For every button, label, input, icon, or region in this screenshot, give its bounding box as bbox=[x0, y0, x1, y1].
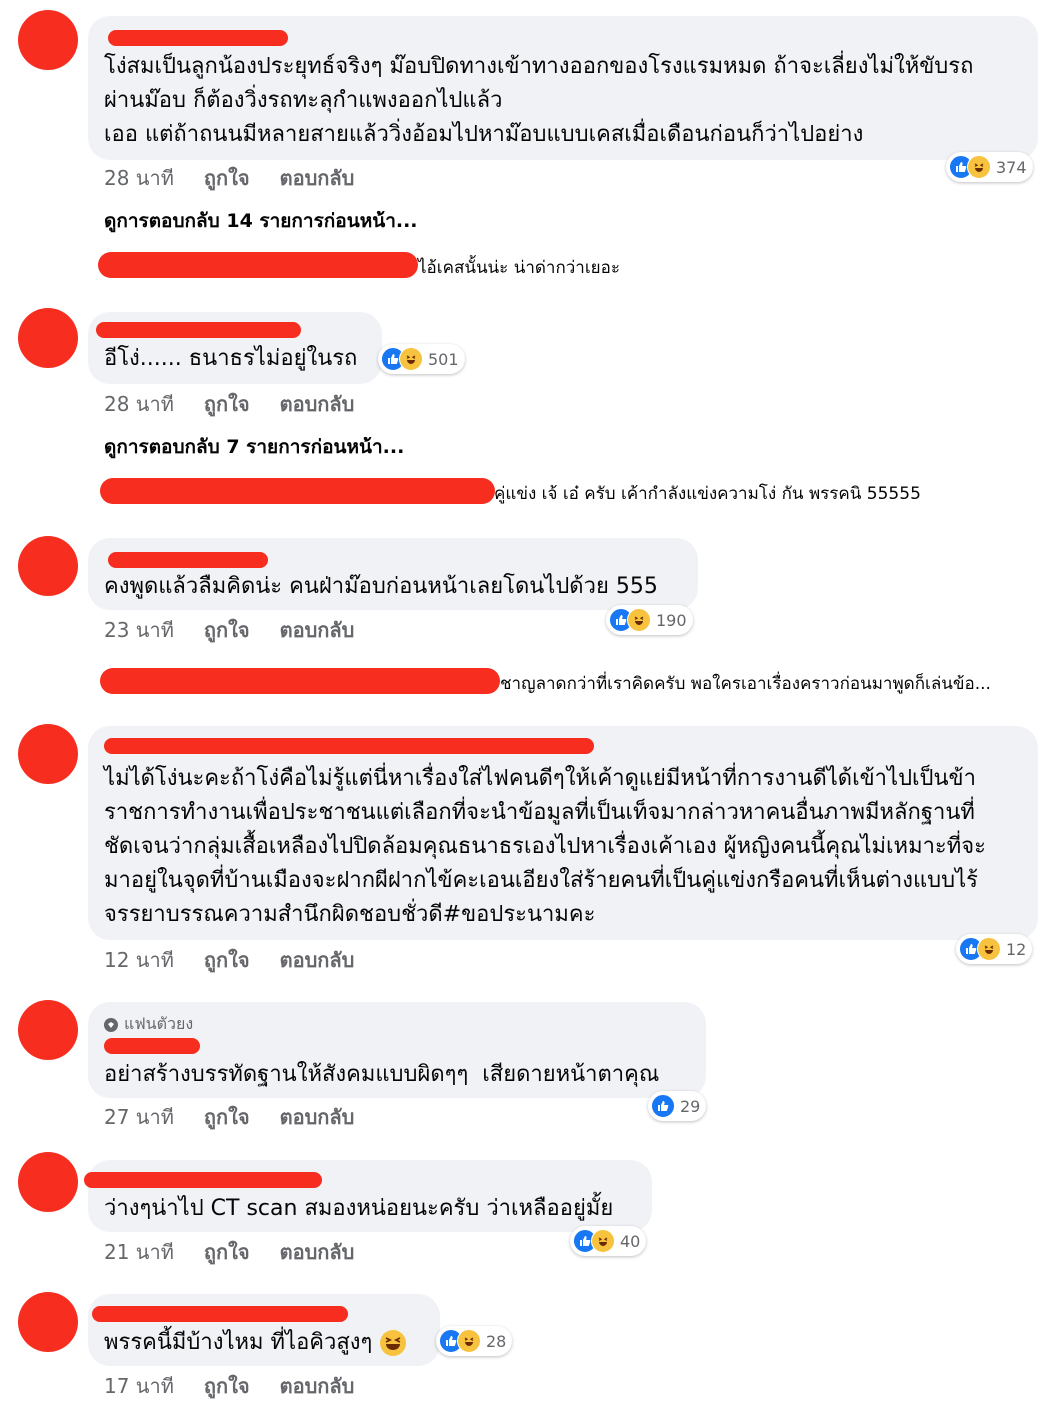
comment-bubble: พรรคนี้มีบ้างไหม ที่ไอคิวสูงๆ bbox=[88, 1294, 440, 1366]
redacted-reply-author bbox=[98, 252, 418, 278]
redacted-commenter-name bbox=[104, 738, 594, 754]
redacted-commenter-name bbox=[84, 1172, 322, 1188]
reaction-count: 40 bbox=[620, 1231, 641, 1251]
comment-actions: 27 นาที ถูกใจ ตอบกลับ bbox=[104, 1101, 354, 1133]
reply-button[interactable]: ตอบกลับ bbox=[280, 1236, 355, 1268]
reply-button[interactable]: ตอบกลับ bbox=[280, 388, 355, 420]
comment-text-line: ผ่านม๊อบ ก็ต้องวิ่งรถทะลุกำแพงออกไปแล้ว bbox=[104, 88, 503, 113]
comment-text-line: โง่สมเป็นลูกน้องประยุทธ์จริงๆ ม๊อบปิดทาง… bbox=[104, 54, 974, 79]
comment-text-line: ว่างๆน่าไป CT scan สมองหน่อยนะครับ ว่าเห… bbox=[104, 1196, 614, 1221]
reaction-summary[interactable]: 374 bbox=[946, 152, 1033, 182]
comment-text-line: อีโง่...... ธนาธรไม่อยู่ในรถ bbox=[104, 346, 358, 371]
comment-text-line: ไม่ได้โง่นะคะถ้าโง่คือไม่รู้แต่นี่หาเรื่… bbox=[104, 766, 976, 791]
redacted-commenter-name bbox=[108, 30, 288, 46]
like-button[interactable]: ถูกใจ bbox=[204, 162, 250, 194]
reply-button[interactable]: ตอบกลับ bbox=[280, 614, 355, 646]
reply-button[interactable]: ตอบกลับ bbox=[280, 1370, 355, 1402]
reply-button[interactable]: ตอบกลับ bbox=[280, 162, 355, 194]
comment-actions: 23 นาที ถูกใจ ตอบกลับ bbox=[104, 614, 354, 646]
comment-bubble: อีโง่...... ธนาธรไม่อยู่ในรถ bbox=[88, 312, 382, 384]
comment-actions: 21 นาที ถูกใจ ตอบกลับ bbox=[104, 1236, 354, 1268]
comment-timestamp[interactable]: 12 นาที bbox=[104, 944, 174, 976]
haha-reaction-icon bbox=[457, 1329, 481, 1353]
view-previous-replies-link[interactable]: ดูการตอบกลับ 14 รายการก่อนหน้า... bbox=[104, 206, 418, 236]
laughing-emoji-icon bbox=[380, 1330, 407, 1356]
like-button[interactable]: ถูกใจ bbox=[204, 944, 250, 976]
comment-text-line: จรรยาบรรณความสำนึกผิดชอบชั่วดี#ขอประนามค… bbox=[104, 902, 596, 927]
commenter-avatar[interactable] bbox=[18, 1000, 78, 1060]
like-button[interactable]: ถูกใจ bbox=[204, 1101, 250, 1133]
comment-bubble: โง่สมเป็นลูกน้องประยุทธ์จริงๆ ม๊อบปิดทาง… bbox=[88, 16, 1038, 160]
top-fan-badge: แฟนตัวยง bbox=[104, 1012, 193, 1037]
commenter-avatar[interactable] bbox=[18, 1152, 78, 1212]
comment-actions: 17 นาที ถูกใจ ตอบกลับ bbox=[104, 1370, 354, 1402]
comment-bubble: คงพูดแล้วลืมคิดน่ะ คนฝ่าม๊อบก่อนหน้าเลยโ… bbox=[88, 538, 698, 610]
comment-text-line: พรรคนี้มีบ้างไหม ที่ไอคิวสูงๆ bbox=[104, 1330, 373, 1355]
haha-reaction-icon bbox=[399, 347, 423, 371]
like-button[interactable]: ถูกใจ bbox=[204, 1236, 250, 1268]
reaction-summary[interactable]: 190 bbox=[606, 605, 693, 635]
reaction-count: 28 bbox=[486, 1331, 507, 1351]
haha-reaction-icon bbox=[977, 937, 1001, 961]
like-button[interactable]: ถูกใจ bbox=[204, 1370, 250, 1402]
reaction-count: 12 bbox=[1006, 939, 1027, 959]
comment-bubble: แฟนตัวยง อย่าสร้างบรรทัดฐานให้สังคมแบบผิ… bbox=[88, 1002, 706, 1098]
commenter-avatar[interactable] bbox=[18, 536, 78, 596]
comment-timestamp[interactable]: 27 นาที bbox=[104, 1101, 174, 1133]
like-reaction-icon bbox=[651, 1094, 675, 1118]
diamond-icon bbox=[104, 1017, 118, 1032]
reaction-summary[interactable]: 40 bbox=[570, 1226, 647, 1256]
comment-timestamp[interactable]: 21 นาที bbox=[104, 1236, 174, 1268]
redacted-commenter-name bbox=[108, 552, 268, 568]
reply-preview[interactable]: ชาญลาดกว่าที่เราคิดครับ พอใครเอาเรื่องคร… bbox=[500, 667, 991, 701]
reaction-summary[interactable]: 12 bbox=[956, 934, 1033, 964]
comment-text-line: คงพูดแล้วลืมคิดน่ะ คนฝ่าม๊อบก่อนหน้าเลยโ… bbox=[104, 574, 658, 599]
comment-bubble: ว่างๆน่าไป CT scan สมองหน่อยนะครับ ว่าเห… bbox=[84, 1160, 652, 1232]
reaction-summary[interactable]: 29 bbox=[648, 1091, 707, 1121]
commenter-avatar[interactable] bbox=[18, 308, 78, 368]
reaction-count: 190 bbox=[656, 610, 687, 630]
reaction-count: 374 bbox=[996, 157, 1027, 177]
comment-text-line: มาอยู่ในจุดที่บ้านเมืองจะฝากผีฝากไข้คะเอ… bbox=[104, 868, 978, 893]
reply-preview[interactable]: คู่แข่ง เจ้ เอ๋ ครับ เค้ากำลังแข่งความโง… bbox=[494, 477, 921, 511]
commenter-avatar[interactable] bbox=[18, 10, 78, 70]
view-previous-replies-link[interactable]: ดูการตอบกลับ 7 รายการก่อนหน้า... bbox=[104, 432, 404, 462]
haha-reaction-icon bbox=[591, 1229, 615, 1253]
reaction-summary[interactable]: 501 bbox=[378, 344, 465, 374]
redacted-commenter-name bbox=[92, 1306, 348, 1322]
haha-reaction-icon bbox=[627, 608, 651, 632]
commenter-avatar[interactable] bbox=[18, 1292, 78, 1352]
redacted-reply-author bbox=[100, 478, 495, 504]
comment-text-line: ราชการทำงานเพื่อประชาชนแต่เลือกที่จะนำข้… bbox=[104, 800, 975, 825]
comment-text-line: เออ แต่ถ้าถนนมีหลายสายแล้ววิ่งอ้อมไปหาม๊… bbox=[104, 122, 864, 147]
comment-text-line: ชัดเจนว่ากลุ่มเสื้อเหลืองไปปิดล้อมคุณธนา… bbox=[104, 834, 986, 859]
comment-bubble: ไม่ได้โง่นะคะถ้าโง่คือไม่รู้แต่นี่หาเรื่… bbox=[88, 726, 1038, 940]
commenter-avatar[interactable] bbox=[18, 724, 78, 784]
comment-actions: 28 นาที ถูกใจ ตอบกลับ bbox=[104, 388, 354, 420]
top-fan-label: แฟนตัวยง bbox=[124, 1014, 194, 1033]
comment-timestamp[interactable]: 28 นาที bbox=[104, 162, 174, 194]
reply-button[interactable]: ตอบกลับ bbox=[280, 944, 355, 976]
comment-timestamp[interactable]: 17 นาที bbox=[104, 1370, 174, 1402]
comment-timestamp[interactable]: 23 นาที bbox=[104, 614, 174, 646]
comment-timestamp[interactable]: 28 นาที bbox=[104, 388, 174, 420]
redacted-commenter-name bbox=[104, 1038, 200, 1054]
reply-button[interactable]: ตอบกลับ bbox=[280, 1101, 355, 1133]
reply-preview[interactable]: ไอ้เคสนั้นน่ะ น่าด่ากว่าเยอะ bbox=[418, 251, 620, 285]
like-button[interactable]: ถูกใจ bbox=[204, 388, 250, 420]
comment-actions: 28 นาที ถูกใจ ตอบกลับ bbox=[104, 162, 354, 194]
reaction-summary[interactable]: 28 bbox=[436, 1326, 513, 1356]
comment-actions: 12 นาที ถูกใจ ตอบกลับ bbox=[104, 944, 354, 976]
reaction-count: 29 bbox=[680, 1096, 701, 1116]
reaction-count: 501 bbox=[428, 349, 459, 369]
redacted-reply-author bbox=[100, 668, 500, 694]
comment-text-line: อย่าสร้างบรรทัดฐานให้สังคมแบบผิดๆๆ เสียด… bbox=[104, 1062, 660, 1087]
haha-reaction-icon bbox=[967, 155, 991, 179]
redacted-commenter-name bbox=[96, 322, 301, 338]
like-button[interactable]: ถูกใจ bbox=[204, 614, 250, 646]
